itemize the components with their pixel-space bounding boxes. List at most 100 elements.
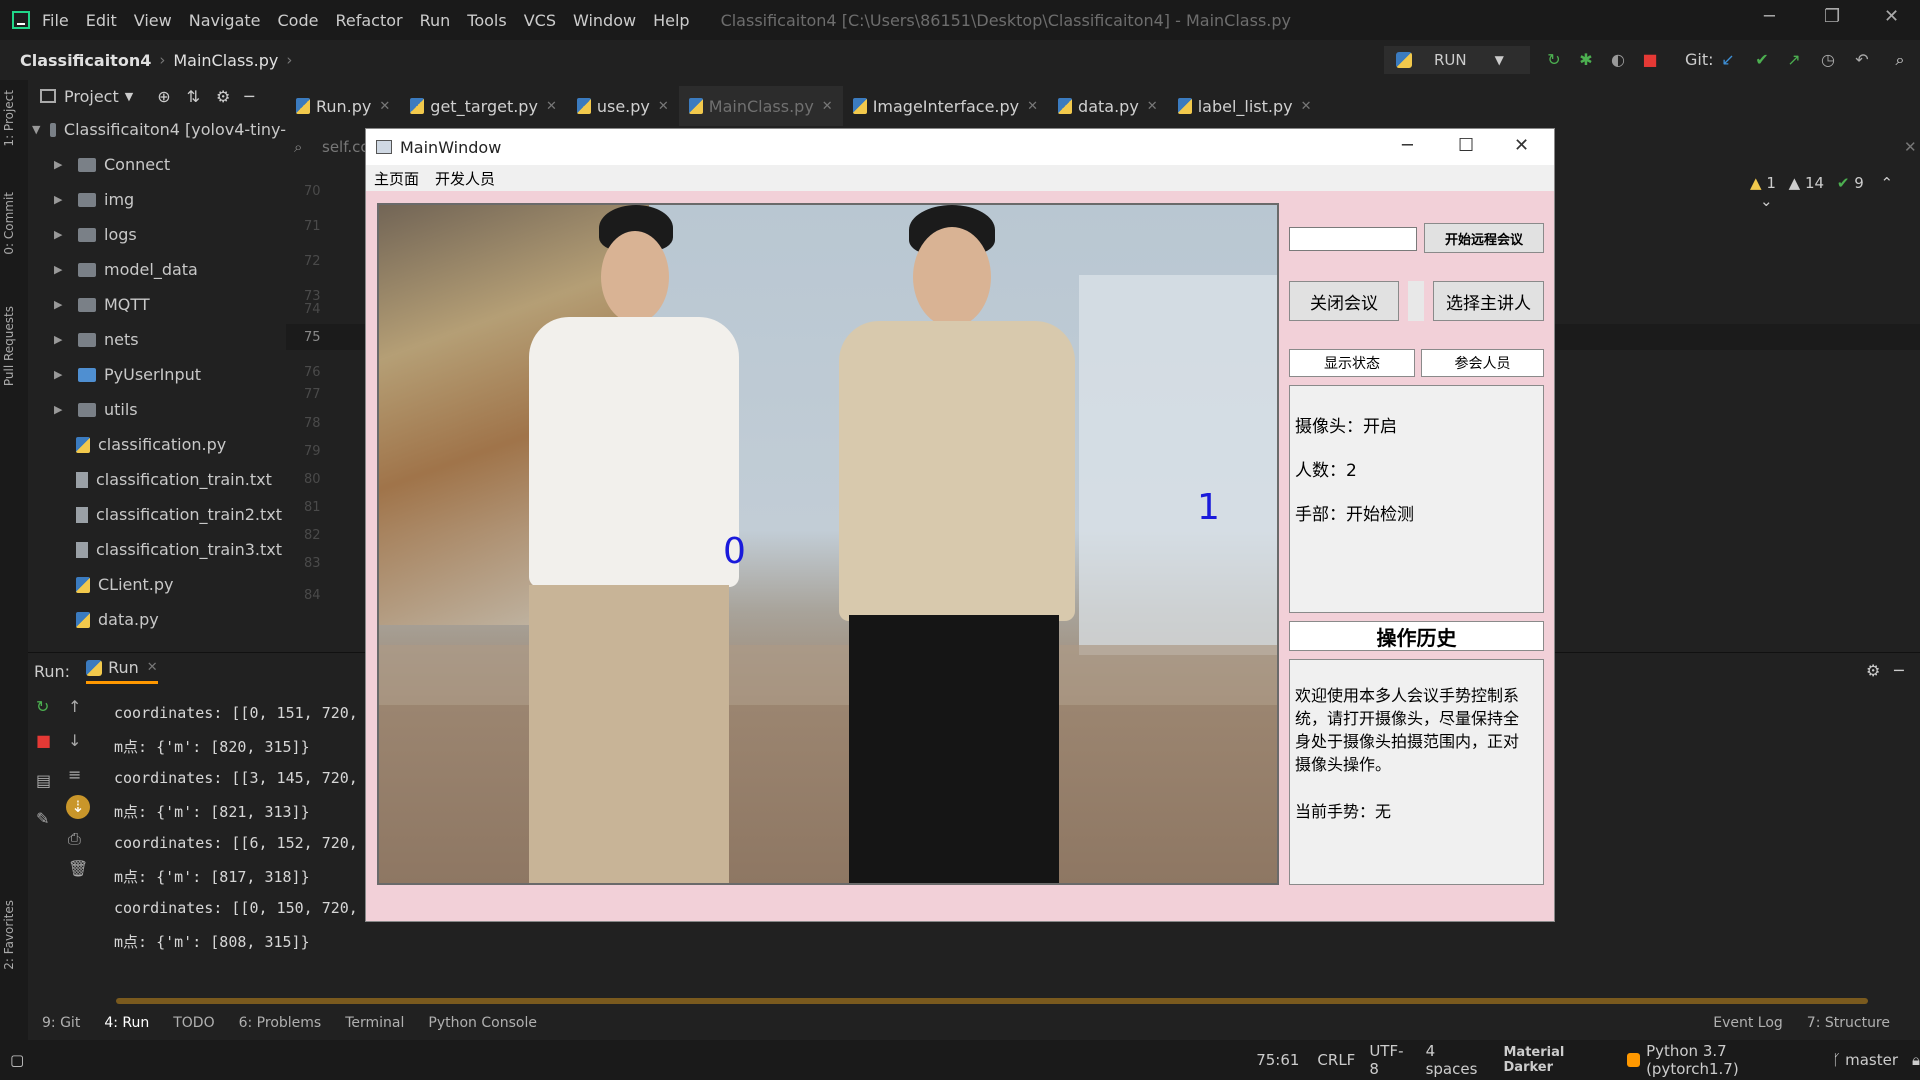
tree-folder[interactable]: ▶ model_data xyxy=(28,252,286,287)
close-icon[interactable]: ✕ xyxy=(546,99,557,114)
chevron-up-icon[interactable]: ⌃ xyxy=(1881,174,1894,192)
indent-setting[interactable]: 4 spaces xyxy=(1426,1042,1490,1078)
tool-tab-python-console[interactable]: Python Console xyxy=(428,1015,537,1031)
tree-file[interactable]: CLient.py xyxy=(28,567,286,602)
tool-tab-project[interactable]: 1: Project xyxy=(2,90,16,147)
close-icon[interactable]: ✕ xyxy=(147,660,158,675)
caret-position[interactable]: 75:61 xyxy=(1256,1051,1299,1069)
tool-tab-favorites[interactable]: 2: Favorites xyxy=(2,900,16,970)
tree-root[interactable]: ▼ Classificaiton4 [yolov4-tiny- xyxy=(28,112,286,147)
print-icon[interactable]: ⎙ xyxy=(68,829,81,849)
file-encoding[interactable]: UTF-8 xyxy=(1369,1042,1411,1078)
breadcrumb-file[interactable]: MainClass.py xyxy=(173,51,278,70)
minimize-icon[interactable]: ─ xyxy=(1402,135,1413,156)
menu-run[interactable]: Run xyxy=(420,11,451,30)
arrow-up-icon[interactable]: ↑ xyxy=(68,697,81,716)
tab-use-py[interactable]: use.py ✕ xyxy=(567,86,679,126)
start-meeting-button[interactable]: 开始远程会议 xyxy=(1424,223,1544,253)
tree-folder[interactable]: ▶ logs xyxy=(28,217,286,252)
tab-mainclass-py[interactable]: MainClass.py ✕ xyxy=(678,86,843,126)
editor-search-text[interactable]: self.co xyxy=(322,138,370,156)
gear-icon[interactable]: ⚙ xyxy=(1866,661,1880,680)
menu-code[interactable]: Code xyxy=(278,11,319,30)
close-meeting-button[interactable]: 关闭会议 xyxy=(1289,281,1399,321)
menu-vcs[interactable]: VCS xyxy=(524,11,556,30)
tree-folder[interactable]: ▶ PyUserInput xyxy=(28,357,286,392)
hide-icon[interactable]: ─ xyxy=(244,87,254,106)
tree-folder[interactable]: ▶ Connect xyxy=(28,147,286,182)
minimize-icon[interactable]: ─ xyxy=(1764,6,1775,27)
tool-tab-terminal[interactable]: Terminal xyxy=(345,1015,404,1031)
gear-icon[interactable]: ⚙ xyxy=(216,87,230,106)
tree-file[interactable]: classification_train2.txt xyxy=(28,497,286,532)
history-icon[interactable]: ◷ xyxy=(1818,50,1838,70)
python-interpreter[interactable]: Python 3.7 (pytorch1.7) xyxy=(1646,1042,1818,1078)
run-tab[interactable]: Run ✕ xyxy=(86,658,158,684)
menu-refactor[interactable]: Refactor xyxy=(335,11,402,30)
soft-wrap-icon[interactable]: ≡ xyxy=(68,765,81,784)
tab-data-py[interactable]: data.py ✕ xyxy=(1048,86,1168,126)
run-config-selector[interactable]: RUN ▼ xyxy=(1384,46,1530,74)
close-icon[interactable]: ✕ xyxy=(379,99,390,114)
menu-developers[interactable]: 开发人员 xyxy=(435,168,495,189)
tool-tab-run[interactable]: 4: Run xyxy=(104,1015,149,1031)
arrow-down-icon[interactable]: ↓ xyxy=(68,731,81,750)
menu-edit[interactable]: Edit xyxy=(86,11,117,30)
tab-imageinterface-py[interactable]: ImageInterface.py ✕ xyxy=(843,86,1048,126)
project-panel-title[interactable]: Project xyxy=(64,87,119,106)
close-icon[interactable]: ✕ xyxy=(1027,99,1038,114)
tree-file[interactable]: data.py xyxy=(28,602,286,637)
menu-tools[interactable]: Tools xyxy=(467,11,506,30)
menu-file[interactable]: File xyxy=(42,11,69,30)
show-status-button[interactable]: 显示状态 xyxy=(1289,349,1415,377)
line-separator[interactable]: CRLF xyxy=(1317,1051,1355,1069)
collapse-icon[interactable]: ⇅ xyxy=(187,87,200,106)
close-icon[interactable]: ✕ xyxy=(1301,99,1312,114)
rollback-icon[interactable]: ↶ xyxy=(1852,50,1872,70)
layout-icon[interactable]: ▤ xyxy=(36,771,51,790)
close-icon[interactable]: ✕ xyxy=(658,99,669,114)
git-branch[interactable]: master xyxy=(1845,1051,1898,1069)
tree-file[interactable]: classification_train3.txt xyxy=(28,532,286,567)
git-commit-icon[interactable]: ✔ xyxy=(1752,50,1772,70)
restore-icon[interactable]: ❐ xyxy=(1824,6,1840,27)
tool-tab-structure[interactable]: 7: Structure xyxy=(1807,1015,1890,1031)
menu-window[interactable]: Window xyxy=(573,11,636,30)
close-icon[interactable]: ✕ xyxy=(1904,138,1917,156)
breadcrumb-project[interactable]: Classificaiton4 xyxy=(20,51,151,70)
maximize-icon[interactable]: ☐ xyxy=(1458,135,1474,156)
locate-icon[interactable]: ⊕ xyxy=(157,87,170,106)
close-icon[interactable]: ✕ xyxy=(1514,135,1529,156)
tool-tab-commit[interactable]: 0: Commit xyxy=(2,192,16,255)
git-push-icon[interactable]: ↗ xyxy=(1784,50,1804,70)
chevron-down-icon[interactable]: ▼ xyxy=(125,90,133,103)
panel-toggle-icon[interactable]: ▢ xyxy=(10,1051,24,1069)
tool-tab-git[interactable]: 9: Git xyxy=(42,1015,80,1031)
participants-button[interactable]: 参会人员 xyxy=(1421,349,1544,377)
select-speaker-button[interactable]: 选择主讲人 xyxy=(1433,281,1544,321)
horizontal-scrollbar[interactable] xyxy=(116,998,1868,1004)
rerun-icon[interactable]: ↻ xyxy=(36,697,49,716)
search-icon[interactable]: ⌕ xyxy=(1890,50,1910,70)
close-icon[interactable]: ✕ xyxy=(1884,6,1899,27)
close-icon[interactable]: ✕ xyxy=(1147,99,1158,114)
tab-run-py[interactable]: Run.py ✕ xyxy=(286,86,400,126)
tree-file[interactable]: classification.py xyxy=(28,427,286,462)
tree-folder[interactable]: ▶ MQTT xyxy=(28,287,286,322)
tab-label-list-py[interactable]: label_list.py ✕ xyxy=(1168,86,1322,126)
tool-tab-todo[interactable]: TODO xyxy=(173,1015,214,1031)
tree-folder[interactable]: ▶ nets xyxy=(28,322,286,357)
tool-tab-problems[interactable]: 6: Problems xyxy=(239,1015,322,1031)
git-update-icon[interactable]: ↙ xyxy=(1718,50,1738,70)
hide-icon[interactable]: ─ xyxy=(1894,661,1904,680)
scroll-to-end-icon[interactable]: ⇣ xyxy=(66,795,90,819)
inspection-widget[interactable]: ▲ 1 ▲ 14 ✔ 9 ⌃ ⌄ xyxy=(1750,174,1920,210)
rerun-icon[interactable]: ↻ xyxy=(1544,50,1564,70)
tree-folder[interactable]: ▶ img xyxy=(28,182,286,217)
menu-help[interactable]: Help xyxy=(653,11,689,30)
debug-icon[interactable]: ✱ xyxy=(1576,50,1596,70)
tool-tab-event-log[interactable]: Event Log xyxy=(1713,1015,1783,1031)
chevron-down-icon[interactable]: ⌄ xyxy=(1760,192,1773,210)
tree-folder[interactable]: ▶ utils xyxy=(28,392,286,427)
close-icon[interactable]: ✕ xyxy=(822,99,833,114)
